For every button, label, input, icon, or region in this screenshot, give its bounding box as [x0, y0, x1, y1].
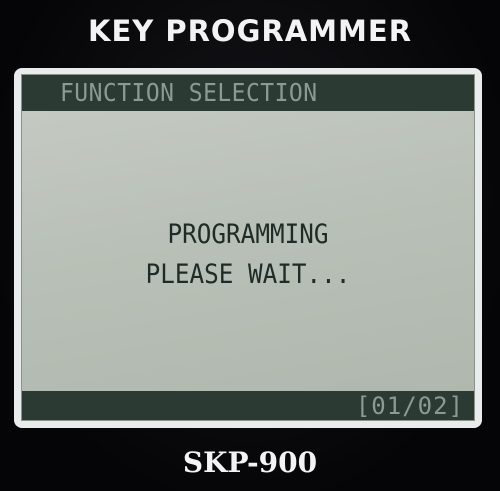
status-message-line-2: PLEASE WAIT...	[145, 259, 351, 290]
device-title: KEY PROGRAMMER	[87, 14, 413, 48]
status-message-line-1: PROGRAMMING	[167, 219, 329, 250]
status-message: PROGRAMMING PLEASE WAIT...	[22, 215, 474, 295]
lcd-screen: FUNCTION SELECTION PROGRAMMING PLEASE WA…	[21, 74, 475, 421]
lcd-header-bar: FUNCTION SELECTION	[22, 75, 474, 111]
screen-title: FUNCTION SELECTION	[60, 78, 318, 107]
screen-bezel: FUNCTION SELECTION PROGRAMMING PLEASE WA…	[14, 68, 482, 428]
device-body: KEY PROGRAMMER FUNCTION SELECTION PROGRA…	[0, 0, 500, 491]
device-model-label: SKP-900	[182, 446, 318, 479]
lcd-footer-bar: [01/02]	[22, 391, 474, 420]
page-indicator: [01/02]	[355, 392, 464, 420]
